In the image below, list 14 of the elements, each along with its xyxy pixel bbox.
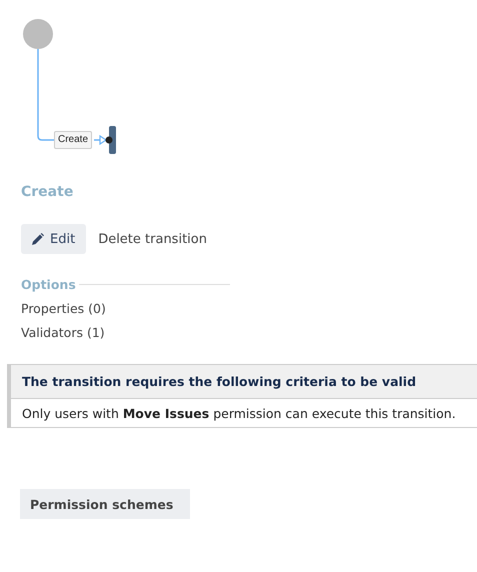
edit-button[interactable]: Edit bbox=[21, 224, 86, 254]
status-node[interactable] bbox=[23, 19, 53, 49]
option-link[interactable]: Validators (1) bbox=[21, 325, 477, 340]
permission-schemes-button[interactable]: Permission schemes bbox=[20, 489, 190, 519]
option-link[interactable]: Properties (0) bbox=[21, 301, 477, 316]
port-dot bbox=[106, 136, 112, 144]
options-heading: Options bbox=[21, 277, 76, 292]
criteria-text: Only users with Move Issues permission can execute this transition. bbox=[21, 405, 457, 423]
delete-transition-link[interactable]: Delete transition bbox=[90, 232, 215, 246]
arrow-icon bbox=[94, 134, 108, 146]
criteria-heading: The transition requires the following criteria to be valid bbox=[11, 365, 477, 399]
pencil-icon bbox=[32, 233, 44, 245]
transition-title: Create bbox=[21, 184, 74, 202]
transition-label[interactable]: Create bbox=[54, 131, 92, 149]
